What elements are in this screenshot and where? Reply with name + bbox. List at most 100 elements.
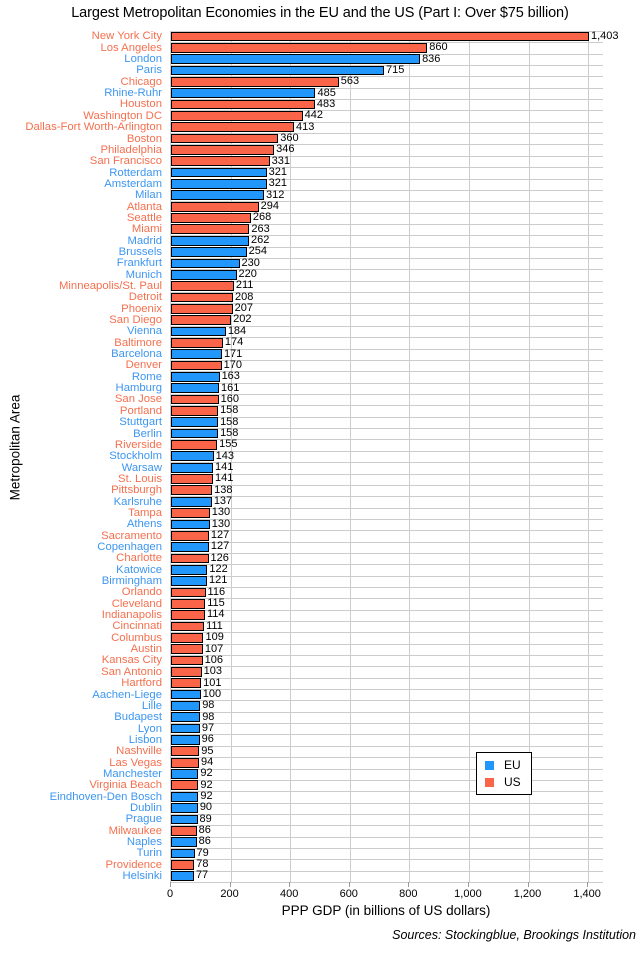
- bar-row[interactable]: 92: [171, 790, 603, 802]
- bar-eu[interactable]: [171, 689, 201, 700]
- bar-row[interactable]: 109: [171, 631, 603, 643]
- bar-row[interactable]: 96: [171, 733, 603, 745]
- bar-us[interactable]: [171, 133, 279, 144]
- bar-us[interactable]: [171, 156, 270, 167]
- bar-row[interactable]: 442: [171, 109, 603, 121]
- bar-row[interactable]: 89: [171, 813, 603, 825]
- bar-eu[interactable]: [171, 803, 198, 813]
- bar-eu[interactable]: [171, 723, 200, 734]
- bar-row[interactable]: 127: [171, 540, 603, 553]
- bar-row[interactable]: 116: [171, 586, 603, 598]
- bar-row[interactable]: 321: [171, 177, 603, 190]
- bar-us[interactable]: [171, 303, 233, 314]
- bar-eu[interactable]: [171, 769, 199, 779]
- bar-eu[interactable]: [171, 576, 208, 586]
- bar-row[interactable]: 114: [171, 608, 603, 621]
- bar-row[interactable]: 141: [171, 461, 603, 473]
- bar-eu[interactable]: [171, 371, 220, 382]
- bar-us[interactable]: [171, 201, 259, 212]
- bar-us[interactable]: [171, 678, 202, 689]
- bar-us[interactable]: [171, 667, 202, 677]
- bar-eu[interactable]: [171, 451, 214, 462]
- bar-us[interactable]: [171, 780, 199, 791]
- bar-row[interactable]: 268: [171, 211, 603, 224]
- bar-row[interactable]: 346: [171, 143, 603, 155]
- bar-row[interactable]: 122: [171, 563, 603, 575]
- bar-row[interactable]: 90: [171, 801, 603, 814]
- bar-eu[interactable]: [171, 735, 200, 745]
- bar-eu[interactable]: [171, 496, 212, 507]
- bar-eu[interactable]: [171, 190, 264, 201]
- bar-us[interactable]: [171, 530, 209, 541]
- bar-eu[interactable]: [171, 462, 213, 473]
- bar-row[interactable]: 86: [171, 835, 603, 848]
- bar-us[interactable]: [171, 337, 223, 348]
- bar-row[interactable]: 360: [171, 132, 603, 144]
- bar-row[interactable]: 98: [171, 711, 603, 723]
- bar-row[interactable]: 331: [171, 155, 603, 167]
- bar-us[interactable]: [171, 122, 295, 133]
- bar-row[interactable]: 263: [171, 223, 603, 235]
- bar-row[interactable]: 92: [171, 767, 603, 780]
- bar-row[interactable]: 254: [171, 245, 603, 258]
- bar-row[interactable]: 155: [171, 438, 603, 450]
- bar-row[interactable]: 413: [171, 121, 603, 133]
- bar-row[interactable]: 143: [171, 450, 603, 462]
- bar-eu[interactable]: [171, 814, 198, 825]
- bar-us[interactable]: [171, 859, 195, 870]
- bar-eu[interactable]: [171, 247, 247, 257]
- bar-eu[interactable]: [171, 701, 201, 711]
- bar-row[interactable]: 78: [171, 858, 603, 870]
- bar-eu[interactable]: [171, 837, 197, 847]
- bar-us[interactable]: [171, 111, 303, 121]
- bar-eu[interactable]: [171, 848, 195, 859]
- bar-eu[interactable]: [171, 519, 210, 530]
- bar-eu[interactable]: [171, 542, 209, 552]
- bar-eu[interactable]: [171, 417, 219, 428]
- bar-row[interactable]: 111: [171, 620, 603, 632]
- bar-us[interactable]: [171, 406, 219, 416]
- bar-eu[interactable]: [171, 179, 267, 189]
- bar-eu[interactable]: [171, 791, 199, 802]
- bar-row[interactable]: 483: [171, 98, 603, 110]
- bar-eu[interactable]: [171, 428, 219, 439]
- bar-row[interactable]: 294: [171, 200, 603, 212]
- bar-row[interactable]: 563: [171, 75, 603, 87]
- bar-us[interactable]: [171, 746, 200, 757]
- bar-row[interactable]: 107: [171, 643, 603, 655]
- bar-row[interactable]: 130: [171, 518, 603, 530]
- bar-row[interactable]: 715: [171, 64, 603, 76]
- bar-us[interactable]: [171, 757, 199, 768]
- bar-us[interactable]: [171, 99, 315, 110]
- bar-eu[interactable]: [171, 235, 250, 246]
- bar-row[interactable]: 79: [171, 847, 603, 859]
- bar-us[interactable]: [171, 394, 219, 405]
- bar-us[interactable]: [171, 610, 205, 620]
- bar-row[interactable]: 106: [171, 654, 603, 666]
- bar-row[interactable]: 95: [171, 745, 603, 757]
- bar-eu[interactable]: [171, 88, 316, 99]
- bar-us[interactable]: [171, 224, 250, 235]
- bar-us[interactable]: [171, 440, 218, 450]
- bar-row[interactable]: 115: [171, 597, 603, 609]
- bar-us[interactable]: [171, 598, 206, 609]
- legend-item-us[interactable]: US: [485, 776, 521, 788]
- bar-row[interactable]: 101: [171, 677, 603, 689]
- bar-eu[interactable]: [171, 564, 208, 575]
- bar-row[interactable]: 137: [171, 495, 603, 507]
- bar-row[interactable]: 138: [171, 484, 603, 496]
- bar-row[interactable]: 127: [171, 529, 603, 541]
- bar-row[interactable]: 860: [171, 41, 603, 53]
- bar-us[interactable]: [171, 292, 233, 303]
- bar-eu[interactable]: [171, 65, 385, 76]
- bar-us[interactable]: [171, 485, 213, 496]
- bar-eu[interactable]: [171, 269, 237, 280]
- bar-us[interactable]: [171, 213, 251, 223]
- bar-us[interactable]: [171, 281, 234, 291]
- bar-us[interactable]: [171, 621, 205, 632]
- bar-us[interactable]: [171, 42, 428, 53]
- bar-eu[interactable]: [171, 712, 201, 723]
- bar-us[interactable]: [171, 360, 222, 371]
- bar-row[interactable]: 312: [171, 189, 603, 201]
- bar-us[interactable]: [171, 31, 589, 42]
